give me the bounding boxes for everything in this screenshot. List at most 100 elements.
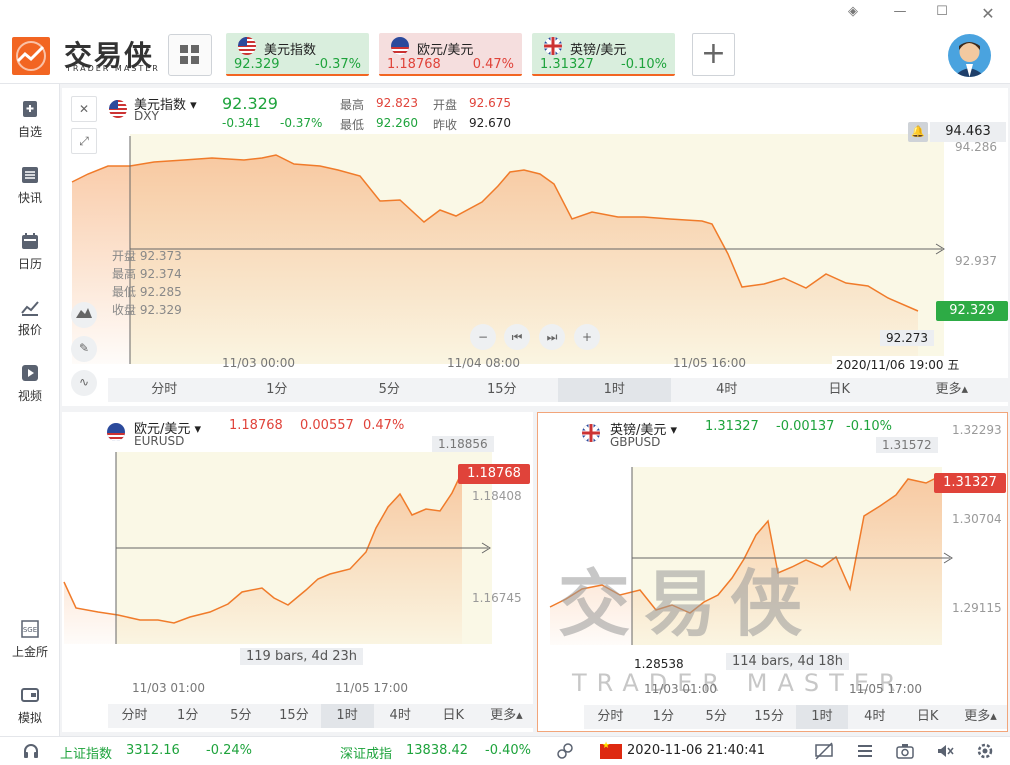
eur-last-price-tag: 1.18768	[458, 464, 530, 484]
period-option[interactable]: 更多▴	[480, 704, 533, 728]
add-tab-button[interactable]: +	[692, 33, 735, 76]
last-price-tag: 92.329	[936, 301, 1008, 321]
tab-price: 1.31327	[540, 57, 594, 72]
eurusd-chart-panel: 欧元/美元 ▾ EURUSD 1.18768 0.00557 0.47% 1.1…	[62, 412, 533, 732]
period-option[interactable]: 1分	[161, 704, 214, 728]
period-option[interactable]: 5分	[214, 704, 267, 728]
period-option[interactable]: 分时	[108, 704, 161, 728]
period-option[interactable]: 1分	[637, 705, 690, 729]
period-option[interactable]: 1分	[221, 378, 334, 402]
period-option[interactable]: 4时	[671, 378, 784, 402]
index2-value: 13838.42	[406, 743, 469, 758]
y-tick: 1.16745	[472, 591, 522, 605]
grid-icon	[180, 45, 199, 64]
us-flag-icon	[238, 37, 256, 55]
draw-tool-button[interactable]: ✎	[71, 336, 97, 362]
uk-flag-icon	[544, 37, 562, 55]
ohlc-open: 开盘 92.373	[112, 249, 182, 263]
settings-icon[interactable]	[976, 742, 994, 760]
calendar-icon	[22, 233, 38, 249]
layout-grid-button[interactable]	[168, 34, 212, 76]
scroll-back-button[interactable]: ⏮	[504, 324, 530, 350]
close-window-button[interactable]: ✕	[978, 4, 998, 23]
screen-icon[interactable]	[815, 742, 833, 760]
wave-icon: ∿	[78, 375, 90, 389]
scroll-forward-button[interactable]: ⏭	[539, 324, 565, 350]
camera-icon[interactable]	[896, 742, 914, 760]
period-option[interactable]: 日K	[783, 378, 896, 402]
period-option[interactable]: 5分	[333, 378, 446, 402]
period-option[interactable]: 4时	[848, 705, 901, 729]
left-nav: 自选 快讯 日历 报价 视频 SGE 上金所 模拟	[0, 84, 60, 736]
nav-label: 模拟	[17, 711, 42, 725]
nav-sge[interactable]: SGE 上金所	[0, 620, 60, 660]
indicator-button[interactable]: ∿	[71, 370, 97, 396]
index1-value: 3312.16	[126, 743, 180, 758]
nav-calendar[interactable]: 日历	[0, 232, 60, 272]
period-option[interactable]: 更多▴	[954, 705, 1007, 729]
eu-flag-icon	[391, 37, 409, 55]
nav-video[interactable]: 视频	[0, 364, 60, 404]
hover-time-label: 2020/11/06 19:00 五	[832, 356, 964, 373]
logo-icon	[12, 37, 50, 75]
y-tick: 1.32293	[952, 423, 1002, 437]
nav-news[interactable]: 快讯	[0, 166, 60, 206]
menu-icon[interactable]	[856, 742, 874, 760]
period-option[interactable]: 15分	[267, 704, 320, 728]
ohlc-low: 最低 92.285	[112, 285, 182, 299]
zoom-in-button[interactable]: +	[574, 324, 600, 350]
period-option[interactable]: 日K	[427, 704, 480, 728]
nav-watchlist[interactable]: 自选	[0, 100, 60, 140]
period-option[interactable]: 15分	[446, 378, 559, 402]
period-option[interactable]: 4时	[374, 704, 427, 728]
tab-change: -0.10%	[621, 57, 667, 72]
x-tick: 11/05 17:00	[335, 681, 408, 695]
exchange-icon: SGE	[21, 620, 39, 638]
avatar[interactable]	[948, 34, 991, 77]
gbp-high-label: 1.31572	[876, 437, 938, 453]
alert-bell-icon[interactable]: 🔔	[908, 122, 928, 142]
nav-report[interactable]: 报价	[0, 298, 60, 338]
tab-name: 英镑/美元	[570, 43, 627, 58]
nav-sim[interactable]: 模拟	[0, 686, 60, 726]
headset-icon[interactable]	[22, 742, 40, 760]
eur-high-label: 1.18856	[432, 436, 494, 452]
maximize-button[interactable]: ☐	[932, 4, 952, 22]
period-option[interactable]: 分时	[108, 378, 221, 402]
minimize-button[interactable]: —	[890, 4, 910, 22]
nav-label: 快讯	[17, 191, 42, 205]
x-tick: 11/05 17:00	[849, 682, 922, 696]
zoom-out-button[interactable]: −	[470, 324, 496, 350]
period-option[interactable]: 1时	[795, 705, 849, 729]
period-option[interactable]: 1时	[320, 704, 374, 728]
quote-tab-dxy[interactable]: 美元指数 92.329 -0.37%	[226, 33, 369, 76]
quote-tab-gbpusd[interactable]: 英镑/美元 1.31327 -0.10%	[532, 33, 675, 76]
period-option[interactable]: 15分	[743, 705, 796, 729]
nav-label: 上金所	[11, 645, 48, 659]
period-option[interactable]: 5分	[690, 705, 743, 729]
period-option[interactable]: 1时	[558, 378, 671, 402]
tab-name: 欧元/美元	[417, 43, 474, 58]
x-tick: 11/05 16:00	[673, 356, 746, 370]
gbp-low-label: 1.28538	[630, 657, 688, 671]
y-tick: 94.286	[955, 140, 997, 154]
nav-label: 视频	[17, 389, 42, 403]
link-icon[interactable]	[556, 742, 574, 760]
period-option[interactable]: 更多▴	[896, 378, 1009, 402]
pencil-icon: ✎	[78, 341, 90, 355]
list-icon	[22, 167, 38, 183]
chart-type-button[interactable]	[71, 302, 97, 328]
index1-name[interactable]: 上证指数	[60, 743, 112, 762]
period-option[interactable]: 分时	[584, 705, 637, 729]
y-tick: 1.18408	[472, 489, 522, 503]
quote-tab-eurusd[interactable]: 欧元/美元 1.18768 0.47%	[379, 33, 522, 76]
mute-icon[interactable]	[936, 742, 954, 760]
play-icon	[22, 365, 38, 381]
hover-price-label: 92.273	[880, 330, 934, 346]
layers-icon[interactable]: ◈	[843, 4, 863, 22]
index2-name[interactable]: 深证成指	[340, 743, 392, 762]
period-option[interactable]: 日K	[901, 705, 954, 729]
cursor-price-label: 94.463	[930, 122, 1006, 142]
tab-change: -0.37%	[315, 57, 361, 72]
ohlc-readout: 开盘 92.373 最高 92.374 最低 92.285 收盘 92.329	[112, 247, 182, 319]
